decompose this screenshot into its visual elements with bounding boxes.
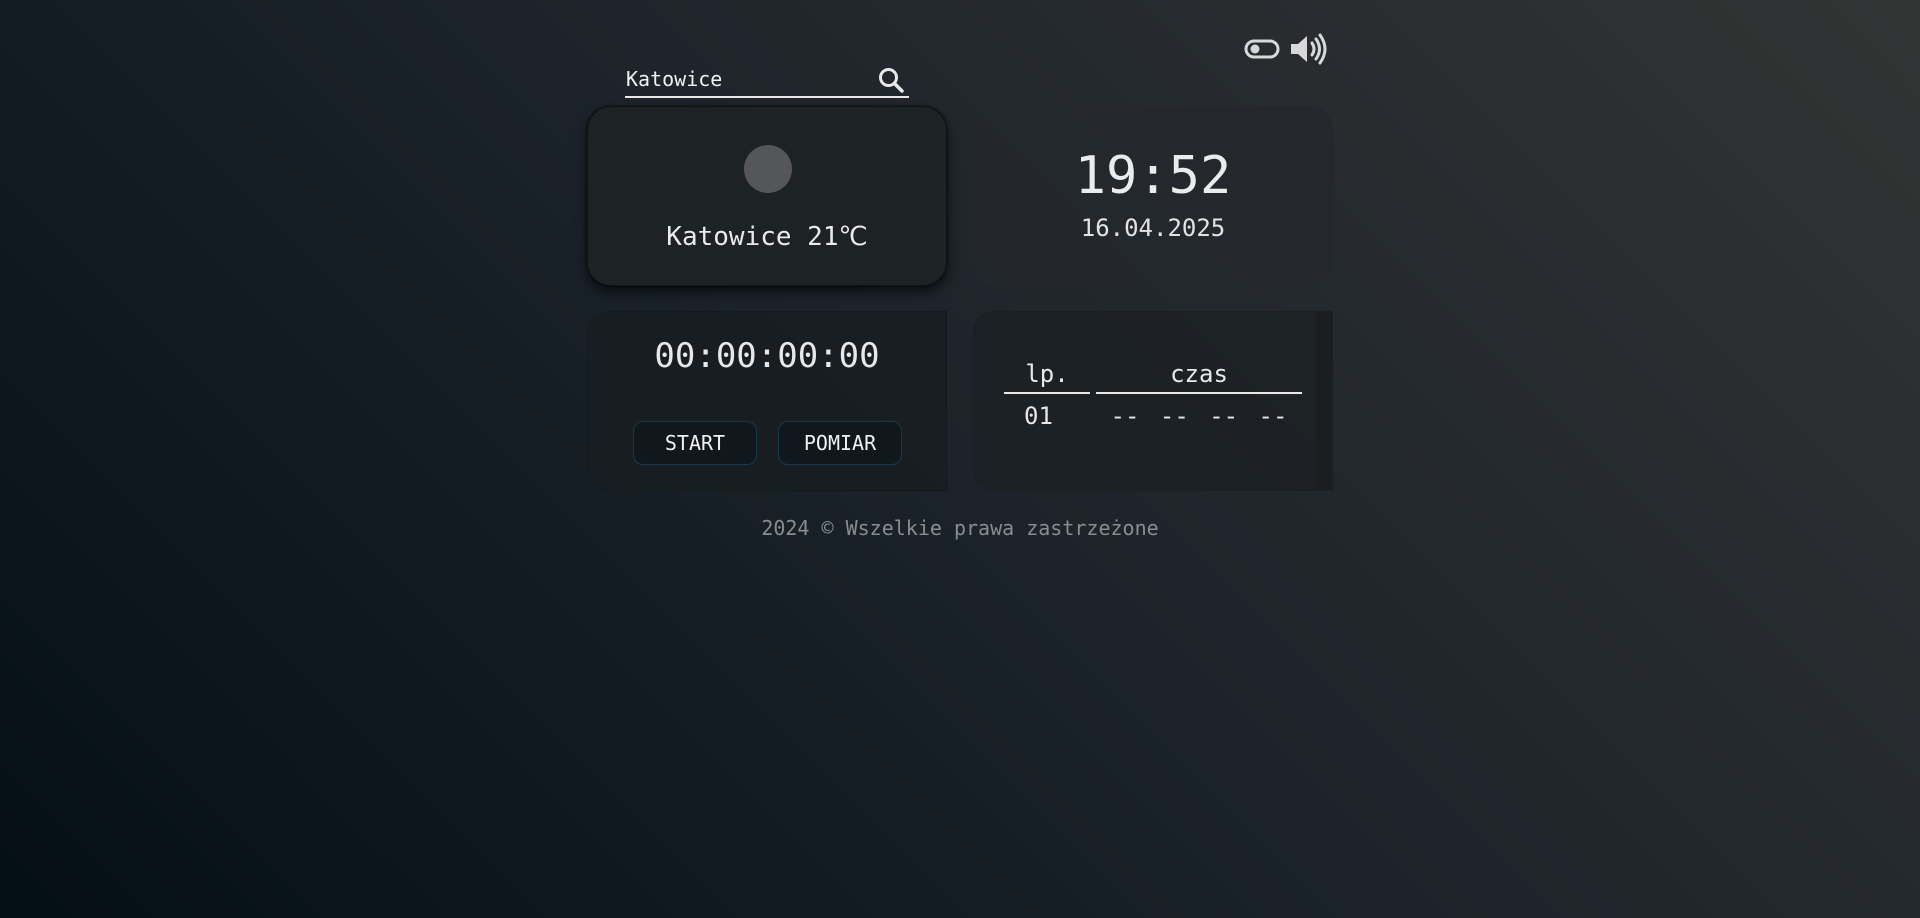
laps-scrollbar[interactable] <box>1316 312 1332 490</box>
top-controls <box>1244 32 1328 66</box>
column-header-lp: lp. <box>1004 360 1090 394</box>
laps-card: lp. czas 01 -- -- -- -- <box>973 311 1333 491</box>
stopwatch-time: 00:00:00:00 <box>654 336 880 376</box>
search-input[interactable] <box>626 64 866 94</box>
stopwatch-card: 00:00:00:00 START POMIAR <box>587 311 947 491</box>
lap-number: 01 <box>1024 402 1053 430</box>
lap-time: -- -- -- -- <box>1110 402 1288 430</box>
clock-time: 19:52 <box>1074 146 1232 206</box>
search-icon <box>879 68 904 93</box>
laps-header-row: lp. czas <box>1004 360 1302 394</box>
toggle-icon <box>1244 39 1280 59</box>
footer-text: 2024 © Wszelkie prawa zastrzeżone <box>761 516 1159 540</box>
table-row: 01 -- -- -- -- <box>1004 394 1302 431</box>
speaker-icon <box>1291 33 1327 65</box>
theme-toggle[interactable] <box>1244 35 1280 63</box>
column-header-czas: czas <box>1096 360 1302 394</box>
clock-card: 19:52 16.04.2025 <box>973 106 1333 286</box>
weather-text: Katowice 21℃ <box>666 222 868 252</box>
start-button[interactable]: START <box>633 421 757 465</box>
laps-table: lp. czas 01 -- -- -- -- <box>998 360 1308 431</box>
search-button[interactable] <box>877 66 905 94</box>
measure-button[interactable]: POMIAR <box>778 421 902 465</box>
search-bar <box>625 64 909 98</box>
weather-icon <box>744 145 792 193</box>
sound-button[interactable] <box>1288 32 1328 66</box>
clock-date: 16.04.2025 <box>1080 214 1226 242</box>
weather-card: Katowice 21℃ <box>587 106 947 286</box>
